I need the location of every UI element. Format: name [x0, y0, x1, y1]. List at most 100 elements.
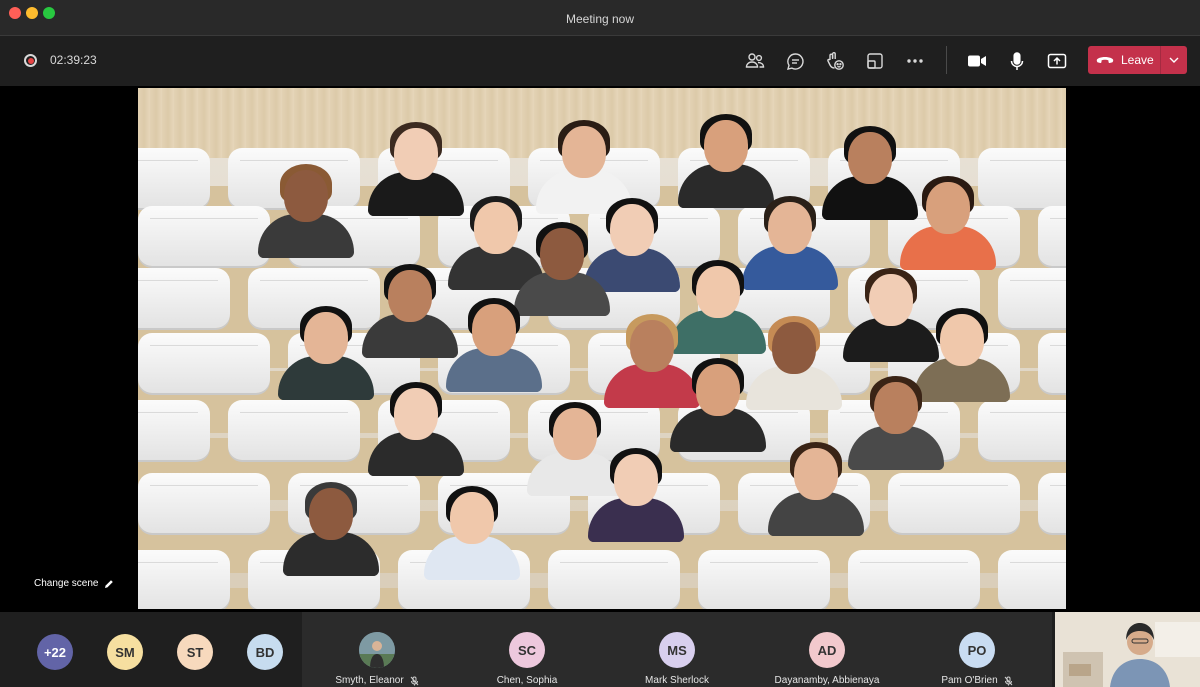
auditorium-seat: [1038, 206, 1066, 266]
leave-button[interactable]: Leave: [1088, 46, 1160, 74]
meeting-toolbar: 02:39:23 Leave: [0, 36, 1200, 86]
participant-head: [388, 270, 432, 322]
participant-head: [869, 274, 913, 326]
participant-avatar: AD: [809, 632, 845, 668]
participant-tile[interactable]: AD Dayanamby, Abbienaya: [752, 612, 902, 687]
rooms-icon: [867, 53, 883, 69]
auditorium-seat: [138, 148, 210, 208]
auditorium-seat: [978, 400, 1066, 460]
participant-strip: +22 SM ST BD Smyth, Eleanor SC Chen, Sop…: [0, 612, 1200, 687]
participant-video-cutout: [678, 114, 774, 208]
participant-head: [772, 322, 816, 374]
participant-name-row: Dayanamby, Abbienaya: [752, 675, 902, 686]
chat-button[interactable]: [784, 50, 806, 72]
rooms-button[interactable]: [864, 50, 886, 72]
participant-head: [848, 132, 892, 184]
participant-head: [926, 182, 970, 234]
participant-video-cutout: [424, 486, 520, 580]
auditorium-seat: [138, 550, 230, 609]
participant-head: [940, 314, 984, 366]
participant-video-cutout: [283, 482, 379, 576]
participant-head: [768, 202, 812, 254]
participant-name-row: Mark Sherlock: [602, 675, 752, 686]
participant-avatar: MS: [659, 632, 695, 668]
auditorium-seat: [698, 550, 830, 609]
auditorium-seat: [1038, 333, 1066, 393]
participant-tile[interactable]: PO Pam O'Brien: [902, 612, 1052, 687]
participant-photo: [359, 632, 395, 668]
participant-head: [394, 388, 438, 440]
participant-name-row: Pam O'Brien: [902, 675, 1052, 686]
auditorium-seat: [848, 550, 980, 609]
participant-avatar: PO: [959, 632, 995, 668]
auditorium-seat: [228, 400, 360, 460]
share-screen-button[interactable]: [1046, 50, 1068, 72]
participant-avatar: SC: [509, 632, 545, 668]
camera-button[interactable]: [966, 50, 988, 72]
participant-tile[interactable]: MS Mark Sherlock: [602, 612, 752, 687]
participant-head: [474, 202, 518, 254]
participant-video-cutout: [368, 382, 464, 476]
auditorium-seat: [888, 473, 1020, 533]
leave-label: Leave: [1121, 53, 1154, 67]
microphone-button[interactable]: [1006, 50, 1028, 72]
mic-muted-icon: [410, 676, 419, 685]
change-scene-button[interactable]: Change scene: [34, 578, 114, 589]
participant-head: [540, 228, 584, 280]
participant-head: [309, 488, 353, 540]
participant-video-cutout: [900, 176, 996, 270]
auditorium-seat: [1038, 473, 1066, 533]
participant-head: [450, 492, 494, 544]
participant-video-cutout: [446, 298, 542, 392]
auditorium-seat: [138, 206, 270, 266]
auditorium-seat: [138, 400, 210, 460]
participant-video-cutout: [362, 264, 458, 358]
participant-video-cutout: [258, 164, 354, 258]
participant-head: [394, 128, 438, 180]
more-options-button[interactable]: [904, 50, 926, 72]
participant-head: [874, 382, 918, 434]
mic-icon: [1010, 51, 1024, 70]
change-scene-label: Change scene: [34, 578, 99, 589]
participant-video-cutout: [768, 442, 864, 536]
more-participants-button[interactable]: +22: [37, 634, 73, 670]
participant-head: [610, 204, 654, 256]
camera-icon: [968, 55, 986, 67]
recording-icon: [24, 54, 37, 67]
participant-name: Mark Sherlock: [645, 675, 709, 686]
auditorium-seat: [138, 268, 230, 328]
participant-avatar[interactable]: SM: [107, 634, 143, 670]
leave-button-group: Leave: [1088, 46, 1187, 74]
reactions-button[interactable]: [824, 50, 846, 72]
participant-video-cutout: [670, 358, 766, 452]
participant-head: [562, 126, 606, 178]
together-mode-scene: [138, 88, 1066, 609]
participant-head: [696, 266, 740, 318]
participant-head: [614, 454, 658, 506]
meeting-timer: 02:39:23: [50, 53, 97, 67]
participant-avatar[interactable]: BD: [247, 634, 283, 670]
hang-up-icon: [1096, 57, 1114, 64]
participant-head: [304, 312, 348, 364]
mic-muted-icon: [1004, 676, 1013, 685]
window-title: Meeting now: [565, 12, 635, 26]
toolbar-divider: [946, 46, 947, 74]
participant-name: Dayanamby, Abbienaya: [774, 675, 880, 686]
participant-video-cutout: [278, 306, 374, 400]
participant-tile[interactable]: SC Chen, Sophia: [452, 612, 602, 687]
participant-tile[interactable]: Smyth, Eleanor: [302, 612, 452, 687]
auditorium-seat: [998, 550, 1066, 609]
leave-options-button[interactable]: [1161, 46, 1187, 74]
participant-head: [630, 320, 674, 372]
participant-video-cutout: [588, 448, 684, 542]
more-icon: [907, 59, 923, 63]
participant-avatar[interactable]: ST: [177, 634, 213, 670]
participant-head: [704, 120, 748, 172]
reactions-icon: [827, 52, 844, 70]
people-button[interactable]: [744, 50, 766, 72]
window-titlebar: Meeting now: [0, 0, 1200, 36]
participant-head: [794, 448, 838, 500]
auditorium-seat: [548, 550, 680, 609]
self-view-video[interactable]: [1055, 612, 1200, 687]
participant-name: Smyth, Eleanor: [335, 675, 404, 686]
